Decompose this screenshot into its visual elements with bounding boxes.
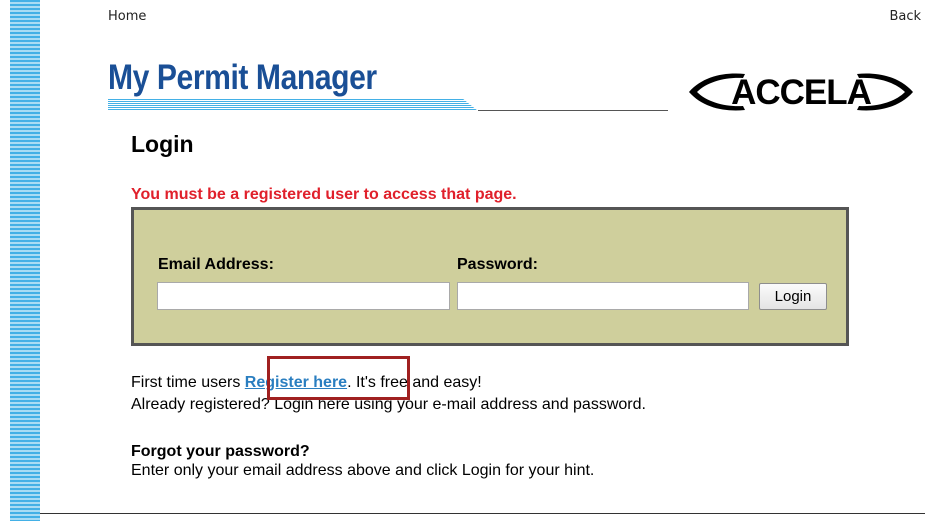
forgot-password-text: Enter only your email address above and … xyxy=(131,462,595,479)
accela-logo: ACCELA xyxy=(685,70,917,114)
title-underline-decoration xyxy=(108,99,478,111)
side-stripe-decoration xyxy=(10,0,40,521)
password-input[interactable] xyxy=(457,282,749,310)
email-label: Email Address: xyxy=(158,256,274,273)
home-link[interactable]: Home xyxy=(108,9,146,24)
logo-text: ACCELA xyxy=(731,73,872,112)
site-title: My Permit Manager xyxy=(108,58,377,97)
page: Home Back My Permit Manager ACCELA Login… xyxy=(0,0,925,521)
header-rule xyxy=(478,110,668,111)
footer-rule xyxy=(40,513,925,514)
login-button[interactable]: Login xyxy=(759,283,827,310)
forgot-password-title: Forgot your password? xyxy=(131,443,310,460)
first-time-prefix: First time users xyxy=(131,374,245,391)
email-input[interactable] xyxy=(157,282,450,310)
page-title: Login xyxy=(131,131,194,157)
password-label: Password: xyxy=(457,256,538,273)
error-message: You must be a registered user to access … xyxy=(131,186,517,203)
login-form: Email Address: Password: Login xyxy=(131,207,849,346)
back-link[interactable]: Back xyxy=(889,9,921,24)
register-highlight-box xyxy=(267,356,410,400)
